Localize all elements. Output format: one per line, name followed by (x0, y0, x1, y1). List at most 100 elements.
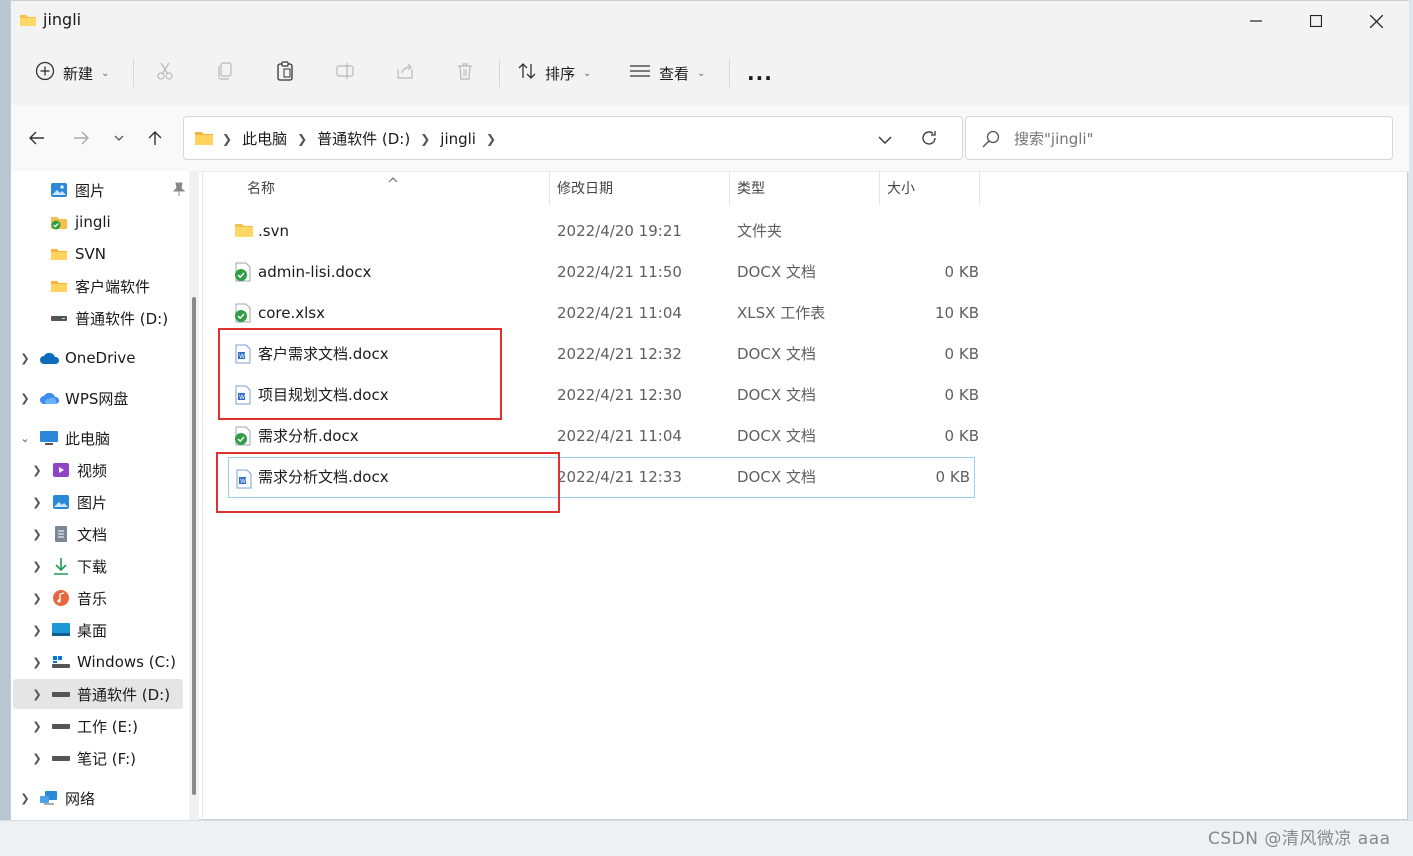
view-button[interactable]: 查看 ⌄ (629, 53, 705, 93)
desktop-icon (51, 621, 71, 639)
more-options-button[interactable]: ... (747, 53, 773, 93)
sidebar-item-client-software[interactable]: 客户端软件 (49, 271, 221, 301)
sidebar-item-drive-e[interactable]: ❯ 工作 (E:) (31, 711, 203, 741)
column-header-size[interactable]: 大小 (887, 171, 977, 205)
network-icon (39, 789, 59, 807)
file-type: 文件夹 (737, 222, 783, 240)
column-header-date[interactable]: 修改日期 (557, 171, 727, 205)
file-date: 2022/4/21 12:30 (557, 385, 682, 404)
documents-icon (51, 525, 71, 543)
sidebar-item-label: WPS网盘 (65, 389, 129, 408)
refresh-icon[interactable] (920, 129, 938, 151)
trash-icon (455, 61, 475, 85)
file-size: 0 KB (944, 262, 979, 281)
breadcrumb-segment[interactable]: 此电脑 (242, 128, 287, 149)
sidebar-item-videos[interactable]: ❯ 视频 (31, 455, 203, 485)
forward-button[interactable] (65, 122, 97, 154)
column-divider[interactable] (729, 171, 730, 205)
file-row[interactable]: 需求分析.docx 2022/4/21 11:04 DOCX 文档 0 KB (218, 415, 979, 456)
column-header-type[interactable]: 类型 (737, 171, 877, 205)
delete-button[interactable] (455, 53, 475, 93)
sidebar-item-label: 下载 (77, 557, 108, 576)
recent-locations-button[interactable] (103, 122, 135, 154)
column-divider[interactable] (979, 171, 980, 205)
sidebar-item-quick-pictures[interactable]: 图片 (49, 175, 189, 205)
column-header-name[interactable]: 名称 (247, 171, 547, 205)
sidebar-item-label: 笔记 (F:) (77, 749, 136, 768)
back-button[interactable] (21, 122, 53, 154)
file-size: 0 KB (944, 344, 979, 363)
sidebar-item-wps-cloud[interactable]: ❯ WPS网盘 (19, 383, 191, 413)
sidebar-item-svn[interactable]: SVN (49, 239, 221, 269)
sidebar-item-network[interactable]: ❯ 网络 (19, 783, 191, 813)
highlight-box (218, 328, 502, 420)
breadcrumb-segment[interactable]: jingli (440, 130, 476, 148)
sidebar-item-drive-f[interactable]: ❯ 笔记 (F:) (31, 743, 203, 773)
file-type: DOCX 文档 (737, 345, 816, 363)
sidebar-item-downloads[interactable]: ❯ 下载 (31, 551, 203, 581)
sidebar-item-label: 音乐 (77, 589, 108, 608)
sidebar-item-onedrive[interactable]: ❯ OneDrive (19, 343, 191, 373)
file-size (899, 210, 979, 251)
copy-button[interactable] (215, 53, 235, 93)
search-box[interactable] (965, 116, 1393, 160)
rename-icon (335, 61, 355, 85)
file-name: .svn (258, 221, 289, 240)
chevron-down-icon: ⌄ (101, 67, 110, 79)
windows-drive-icon (51, 653, 71, 671)
address-bar[interactable]: ❯ 此电脑 ❯ 普通软件 (D:) ❯ jingli ❯ (183, 116, 963, 160)
paste-button[interactable] (275, 53, 295, 93)
file-date: 2022/4/21 11:04 (557, 426, 682, 445)
this-pc-icon (39, 429, 59, 447)
cut-button[interactable] (155, 53, 175, 93)
column-divider[interactable] (879, 171, 880, 205)
rename-button[interactable] (335, 53, 355, 93)
chevron-right-icon: ❯ (20, 351, 30, 365)
file-date: 2022/4/21 11:04 (557, 303, 682, 322)
share-button[interactable] (395, 53, 415, 93)
folder-icon (234, 221, 253, 241)
chevron-right-icon: ❯ (32, 591, 42, 605)
sidebar-item-this-pc[interactable]: ⌄ 此电脑 (19, 423, 191, 453)
search-input[interactable] (1012, 127, 1376, 151)
sidebar-item-documents[interactable]: ❯ 文档 (31, 519, 203, 549)
drive-icon (51, 749, 71, 767)
watermark-text: CSDN @清风微凉 aaa (1208, 829, 1391, 849)
minimize-button[interactable] (1227, 1, 1285, 41)
sidebar-item-music[interactable]: ❯ 音乐 (31, 583, 203, 613)
chevron-right-icon: ❯ (485, 131, 497, 146)
file-type: XLSX 工作表 (737, 304, 826, 322)
file-row[interactable]: .svn 2022/4/20 19:21 文件夹 (218, 210, 975, 251)
file-type: DOCX 文档 (737, 468, 816, 486)
toolbar-divider (133, 59, 134, 87)
chevron-right-icon: ❯ (20, 391, 30, 405)
navigation-bar: ❯ 此电脑 ❯ 普通软件 (D:) ❯ jingli ❯ (11, 105, 1409, 172)
file-date: 2022/4/20 19:21 (557, 221, 682, 240)
breadcrumb-segment[interactable]: 普通软件 (D:) (317, 128, 410, 149)
file-row[interactable]: admin-lisi.docx 2022/4/21 11:50 DOCX 文档 … (218, 251, 979, 292)
file-size: 0 KB (935, 467, 970, 486)
close-button[interactable] (1347, 1, 1405, 41)
file-size: 0 KB (944, 385, 979, 404)
up-button[interactable] (139, 122, 171, 154)
chevron-right-icon: ❯ (297, 131, 308, 146)
maximize-button[interactable] (1287, 1, 1345, 41)
folder-icon (49, 245, 69, 263)
sidebar-item-drive-c[interactable]: ❯ Windows (C:) (31, 647, 203, 677)
file-row[interactable]: core.xlsx 2022/4/21 11:04 XLSX 工作表 10 KB (218, 292, 979, 333)
wps-cloud-icon (39, 389, 59, 407)
clipboard-icon (275, 61, 295, 85)
pin-icon (172, 182, 186, 200)
sidebar-item-quick-drive-d[interactable]: 普通软件 (D:) (49, 303, 221, 333)
new-button[interactable]: 新建 ⌄ (35, 53, 109, 93)
sort-button[interactable]: 排序 ⌄ (517, 53, 591, 93)
window-title: jingli (43, 10, 82, 29)
sidebar-item-drive-d[interactable]: ❯ 普通软件 (D:) (13, 679, 183, 709)
sidebar-item-label: 网络 (65, 789, 96, 808)
sidebar-item-jingli[interactable]: jingli (49, 207, 221, 237)
column-divider[interactable] (549, 171, 550, 205)
sidebar-item-desktop[interactable]: ❯ 桌面 (31, 615, 203, 645)
sidebar-item-pictures[interactable]: ❯ 图片 (31, 487, 203, 517)
address-dropdown-icon[interactable] (878, 131, 892, 149)
command-bar: 新建 ⌄ 排序 ⌄ 查看 ⌄ ... (11, 41, 1409, 106)
